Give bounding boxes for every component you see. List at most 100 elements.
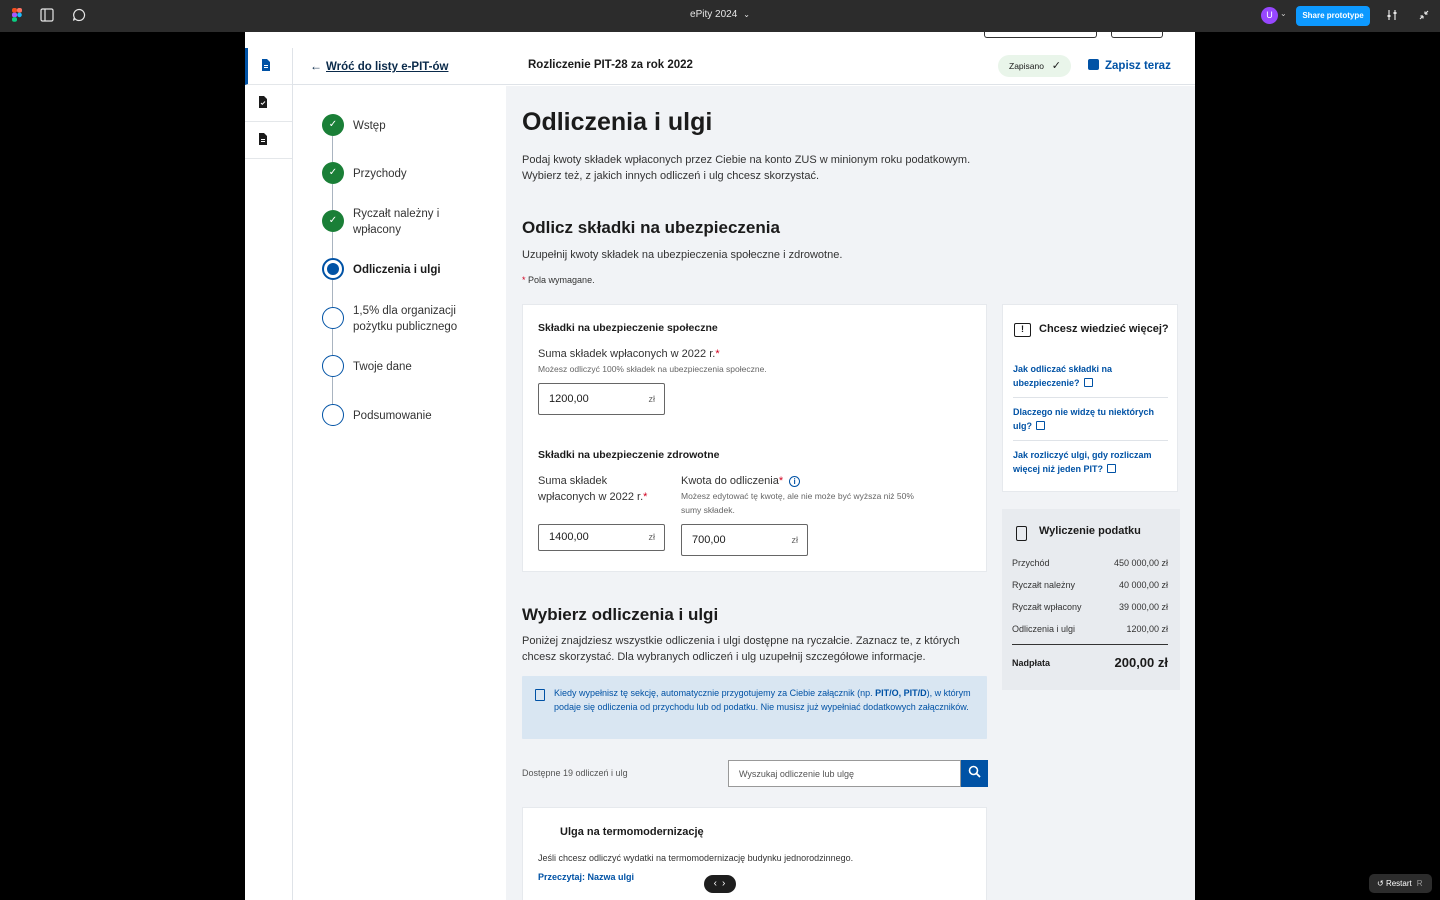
page-header-title: Rozliczenie PIT-28 za rok 2022 xyxy=(528,59,693,71)
search-placeholder: Wyszukaj odliczenie lub ulgę xyxy=(739,769,854,779)
step-label: Wstęp xyxy=(353,120,386,132)
help-link-label: Jak odliczać składki na ubezpieczenie? xyxy=(1013,364,1113,388)
currency-unit: zł xyxy=(648,532,656,542)
top-button-fragment xyxy=(1111,32,1163,38)
help-link-missing-deductions[interactable]: Dlaczego nie widzę tu niektórych ulg? xyxy=(1013,405,1169,433)
health-sum-input[interactable]: 1400,00 zł xyxy=(538,524,665,551)
check-icon: ✓ xyxy=(322,114,344,136)
document-icon xyxy=(535,689,545,701)
tax-row: Ryczałt wpłacony 39 000,00 zł xyxy=(1012,602,1168,612)
available-count: Dostępne 19 odliczeń i ulg xyxy=(522,768,628,778)
document-icon xyxy=(261,59,271,72)
chevron-down-icon[interactable]: ⌄ xyxy=(1280,9,1287,18)
help-link-label: Dlaczego nie widzę tu niektórych ulg? xyxy=(1013,407,1155,431)
check-icon: ✓ xyxy=(1051,60,1061,72)
tax-total-label: Nadpłata xyxy=(1012,658,1051,668)
prototype-title-text: ePity 2024 xyxy=(690,9,738,20)
stepper: ✓ Wstęp ✓ Przychody ✓ Ryczałt należny i wpł… xyxy=(293,86,506,900)
tax-row-label: Odliczenia i ulgi xyxy=(1012,624,1076,634)
section-desc-contributions: Uzupełnij kwoty składek na ubezpieczenia… xyxy=(522,249,843,261)
restart-label: Restart xyxy=(1385,879,1412,888)
help-panel: ! Chcesz wiedzieć więcej? Jak odliczać s… xyxy=(1002,304,1178,492)
input-value: 1200,00 xyxy=(549,393,589,405)
rail-item-file[interactable] xyxy=(245,122,292,159)
help-link-contributions[interactable]: Jak odliczać składki na ubezpieczenie? xyxy=(1013,362,1169,390)
divider xyxy=(1013,440,1168,441)
deduction-read-more-link[interactable]: Przeczytaj: Nazwa ulgi xyxy=(538,872,634,882)
restart-shortcut: R xyxy=(1416,879,1423,888)
info-icon[interactable]: i xyxy=(789,476,801,487)
page-header: ← Wróć do listy e-PIT-ów Rozliczenie PIT-… xyxy=(293,48,1195,85)
info-bubble-icon: ! xyxy=(1014,323,1031,337)
saved-status-label: Zapisano xyxy=(1009,61,1044,71)
external-link-icon xyxy=(1107,464,1117,473)
required-note-text: Pola wymagane. xyxy=(528,275,595,285)
back-link[interactable]: ← Wróć do listy e-PIT-ów xyxy=(310,59,448,73)
rail-item-document[interactable] xyxy=(245,48,292,85)
prototype-nav-arrows[interactable]: ‹› xyxy=(704,875,736,893)
social-sum-label: Suma składek wpłaconych w 2022 r.* xyxy=(538,346,720,362)
step-label: Twoje dane xyxy=(353,361,412,373)
settings-sliders-icon[interactable] xyxy=(1384,8,1400,24)
health-title: Składki na ubezpieczenie zdrowotne xyxy=(538,449,720,461)
save-now-label: Zapisz teraz xyxy=(1105,60,1171,72)
chevron-left-icon[interactable]: ‹ xyxy=(714,878,722,889)
external-link-icon xyxy=(1036,421,1045,430)
help-panel-title: Chcesz wiedzieć więcej? xyxy=(1039,323,1169,335)
divider xyxy=(1012,644,1168,645)
currency-unit: zł xyxy=(791,535,799,545)
calculator-icon xyxy=(1016,526,1027,541)
prototype-title[interactable]: ePity 2024 ⌄ xyxy=(0,9,1440,20)
social-sum-label-text: Suma składek wpłaconych w 2022 r. xyxy=(538,348,716,360)
tax-total-value: 200,00 zł xyxy=(1114,655,1169,670)
search-button[interactable] xyxy=(961,760,988,787)
rail-item-checklist[interactable] xyxy=(245,85,292,122)
restart-button[interactable]: ↺ Restart R xyxy=(1369,874,1432,893)
pending-step-icon xyxy=(322,404,344,426)
health-deduct-label-text: Kwota do odliczenia xyxy=(681,475,779,487)
input-value: 1400,00 xyxy=(549,531,589,543)
required-asterisk: * xyxy=(643,491,648,503)
prototype-frame: ← Wróć do listy e-PIT-ów Rozliczenie PIT-… xyxy=(245,32,1195,900)
save-now-button[interactable]: Zapisz teraz xyxy=(1088,59,1171,72)
tax-calculation-title: Wyliczenie podatku xyxy=(1039,525,1141,537)
step-label: Przychody xyxy=(353,168,407,180)
checklist-icon xyxy=(258,96,268,109)
top-button-fragment xyxy=(984,32,1097,38)
chevron-right-icon[interactable]: › xyxy=(722,878,730,889)
tax-row-value: 1200,00 zł xyxy=(1126,624,1168,634)
tax-row-value: 39 000,00 zł xyxy=(1118,602,1168,612)
step-label: Podsumowanie xyxy=(353,410,432,422)
stepper-connector xyxy=(332,232,333,258)
prototype-toolbar: ePity 2024 ⌄ U ⌄ Share prototype xyxy=(0,0,1440,32)
pending-step-icon xyxy=(322,307,344,329)
collapse-icon[interactable] xyxy=(1416,8,1432,24)
health-deduct-input[interactable]: 700,00 zł xyxy=(681,524,808,556)
info-text-part: Kiedy wypełnisz tę sekcję, automatycznie… xyxy=(554,688,876,698)
required-asterisk: * xyxy=(778,475,784,487)
stepper-connector xyxy=(332,329,333,355)
tax-row-value: 40 000,00 zł xyxy=(1118,580,1168,590)
page-intro: Podaj kwoty składek wpłaconych przez Cie… xyxy=(522,154,971,182)
share-prototype-button[interactable]: Share prototype xyxy=(1296,6,1370,26)
main-content: Odliczenia i ulgi Podaj kwoty składek wp… xyxy=(506,86,1195,900)
help-link-label: Jak rozliczyć ulgi, gdy rozliczam więcej… xyxy=(1013,450,1152,474)
social-sum-input[interactable]: 1200,00 zł xyxy=(538,383,665,415)
tax-row: Ryczałt należny 40 000,00 zł xyxy=(1012,580,1168,590)
currency-unit: zł xyxy=(648,394,656,404)
required-asterisk: * xyxy=(522,275,526,285)
tax-row: Odliczenia i ulgi 1200,00 zł xyxy=(1012,624,1168,634)
tax-row: Przychód 450 000,00 zł xyxy=(1012,558,1168,568)
floppy-disk-icon xyxy=(1088,59,1099,70)
section-desc-deductions: Poniżej znajdziesz wszystkie odliczenia … xyxy=(522,635,960,663)
search-input[interactable]: Wyszukaj odliczenie lub ulgę xyxy=(728,760,961,787)
tax-total-row: Nadpłata 200,00 zł xyxy=(1012,655,1169,670)
pending-step-icon xyxy=(322,355,344,377)
deduction-title: Ulga na termomodernizację xyxy=(560,826,704,838)
current-step-icon xyxy=(322,258,344,280)
tax-row-label: Przychód xyxy=(1012,558,1050,568)
info-box-text: Kiedy wypełnisz tę sekcję, automatycznie… xyxy=(554,686,974,714)
left-rail xyxy=(245,48,293,900)
avatar[interactable]: U xyxy=(1261,7,1278,24)
help-link-multiple-pit[interactable]: Jak rozliczyć ulgi, gdy rozliczam więcej… xyxy=(1013,448,1169,476)
